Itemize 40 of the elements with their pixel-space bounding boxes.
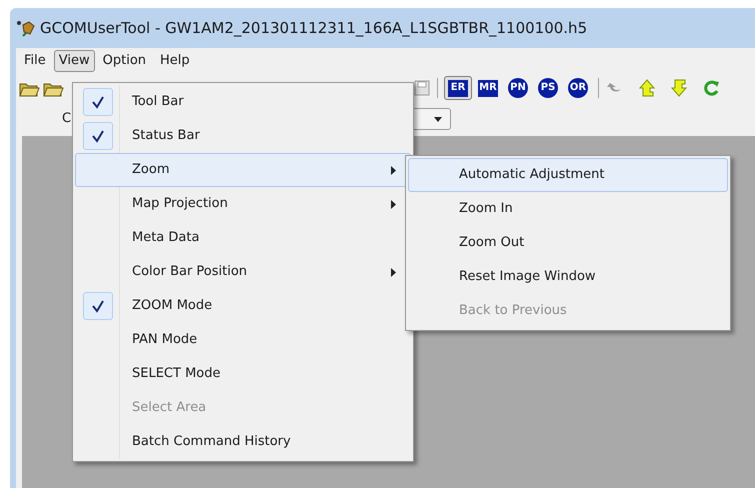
field-label: C	[62, 110, 72, 128]
menu-entry-label: Select Area	[132, 399, 206, 418]
menu-entry-label: Batch Command History	[132, 433, 291, 452]
menu-entry-label: Back to Previous	[459, 302, 567, 320]
up-arrow-icon[interactable]	[637, 78, 657, 98]
menu-entry-label: PAN Mode	[132, 331, 198, 350]
dropdown[interactable]	[411, 108, 452, 130]
menu-entry-label: Status Bar	[132, 127, 200, 146]
menu-item[interactable]: File	[18, 50, 52, 72]
menu-entry-label: Zoom	[132, 161, 170, 180]
menu-entry-label: Automatic Adjustment	[459, 166, 604, 184]
floppy-icon[interactable]	[413, 79, 431, 97]
refresh-icon[interactable]	[701, 78, 721, 98]
menu-entry[interactable]: Zoom	[75, 153, 411, 187]
menu-entry[interactable]: Tool Bar	[75, 85, 411, 119]
menu-item[interactable]: View	[54, 50, 95, 72]
menu-entry-label: Zoom Out	[459, 234, 524, 252]
app-icon	[16, 19, 36, 37]
menu-entry-label: Color Bar Position	[132, 263, 248, 282]
menu-item[interactable]: Help	[154, 50, 196, 72]
menu-entry-label: Meta Data	[132, 229, 200, 248]
menu-entry-label: Map Projection	[132, 195, 228, 214]
down-arrow-icon[interactable]	[669, 78, 689, 98]
menu-entry[interactable]: Status Bar	[75, 119, 411, 153]
menu-entry-label: SELECT Mode	[132, 365, 220, 384]
mode-button[interactable]: ER	[444, 76, 472, 100]
menu-entry[interactable]: Automatic Adjustment	[408, 158, 728, 192]
dropdown-arrow-icon	[434, 116, 442, 122]
menu-entry[interactable]: Reset Image Window	[408, 260, 728, 294]
menu-entry-label: ZOOM Mode	[132, 297, 212, 316]
menu-entry-label: Reset Image Window	[459, 268, 596, 286]
menu-entry[interactable]: Zoom Out	[408, 226, 728, 260]
menu-item[interactable]: Option	[96, 50, 152, 72]
window-title: GCOMUserTool - GW1AM2_201301112311_166A_L1SGBTBR_1100100.h5	[40, 18, 588, 39]
menu-entry[interactable]: SELECT Mode	[75, 357, 411, 391]
menu-entry-label: Zoom In	[459, 200, 513, 218]
menu-entry[interactable]: Zoom In	[408, 192, 728, 226]
menu-entry[interactable]: Batch Command History	[75, 425, 411, 459]
menu-entry-label: Tool Bar	[132, 93, 184, 112]
menu-entry[interactable]: PAN Mode	[75, 323, 411, 357]
